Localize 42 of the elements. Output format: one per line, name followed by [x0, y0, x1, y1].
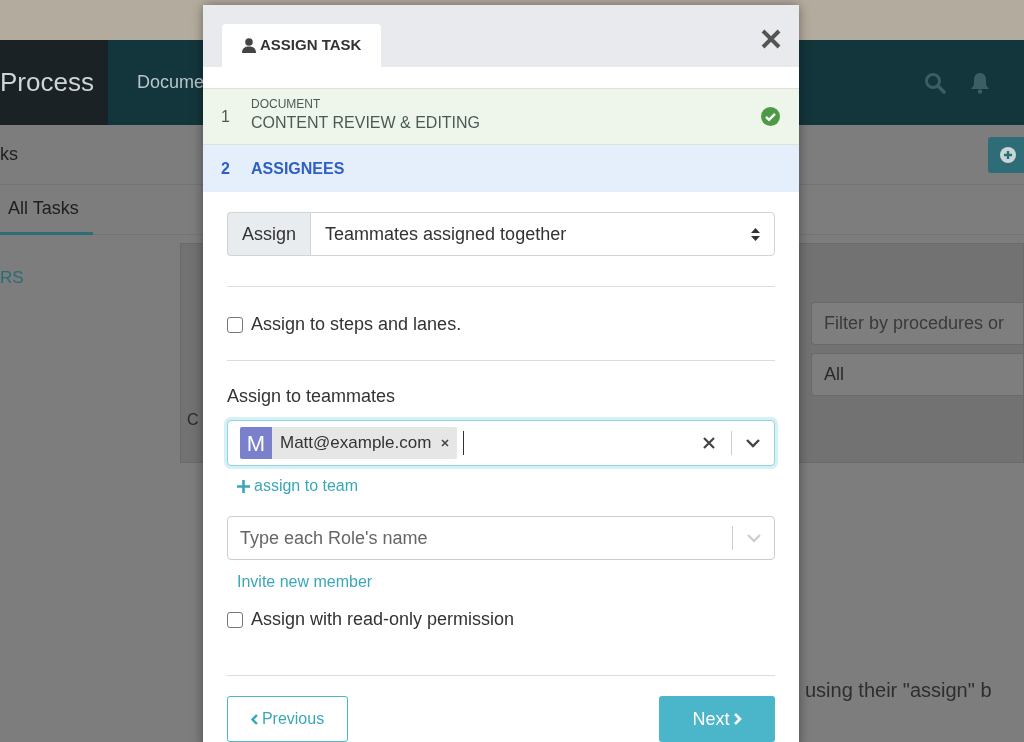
filter-field[interactable]: Filter by procedures or	[811, 302, 1023, 345]
chevron-down-icon[interactable]	[746, 438, 760, 448]
step-title: ASSIGNEES	[251, 158, 346, 179]
checkbox[interactable]	[227, 611, 243, 628]
chevron-left-icon	[250, 713, 258, 725]
checkbox-label: Assign to steps and lanes.	[251, 313, 462, 336]
check-circle-icon	[761, 107, 780, 126]
plus-circle-icon	[1000, 146, 1016, 163]
dialog-tab[interactable]: ASSIGN TASK	[222, 24, 382, 67]
chevron-right-icon	[733, 713, 742, 725]
sort-caret-icon	[751, 227, 760, 241]
user-icon	[242, 38, 256, 53]
step-row[interactable]: 2 ASSIGNEES	[203, 144, 799, 192]
teammates-field[interactable]: M Matt@example.com	[227, 420, 775, 466]
checkbox-label: Assign with read-only permission	[251, 608, 515, 631]
step-title: CONTENT REVIEW & EDITING	[251, 113, 482, 134]
nav-item[interactable]: Docume	[108, 69, 205, 96]
close-icon	[761, 28, 781, 49]
step-number: 2	[220, 158, 231, 179]
teammate-email: Matt@example.com	[279, 432, 433, 455]
hint-text: using their "assign" b	[805, 678, 993, 703]
tab[interactable]: All Tasks	[0, 185, 93, 235]
step-row[interactable]: 1 DOCUMENT CONTENT REVIEW & EDITING	[203, 88, 799, 144]
invite-link[interactable]: Invite new member	[237, 570, 373, 594]
previous-button[interactable]: Previous	[227, 696, 348, 742]
avatar: M	[240, 427, 272, 459]
step-number: 1	[220, 106, 231, 127]
checkbox[interactable]	[227, 316, 243, 333]
close-icon	[441, 439, 450, 447]
plus-icon	[237, 479, 250, 493]
role-field[interactable]: Type each Role's name	[227, 516, 775, 560]
clear-icon[interactable]	[703, 437, 715, 449]
assign-mode-select[interactable]: Teammates assigned together	[310, 212, 775, 256]
add-button[interactable]	[988, 136, 1024, 173]
table-text: C	[187, 410, 199, 430]
step-category: DOCUMENT	[251, 97, 322, 112]
sidebar-heading: RS	[0, 267, 24, 289]
field-label: Assign to teammates	[227, 385, 397, 408]
page-title: ks	[0, 143, 18, 166]
assign-team-link[interactable]: assign to team	[237, 474, 359, 498]
status-select[interactable]: All	[811, 353, 1023, 396]
assign-label: Assign	[227, 212, 311, 256]
